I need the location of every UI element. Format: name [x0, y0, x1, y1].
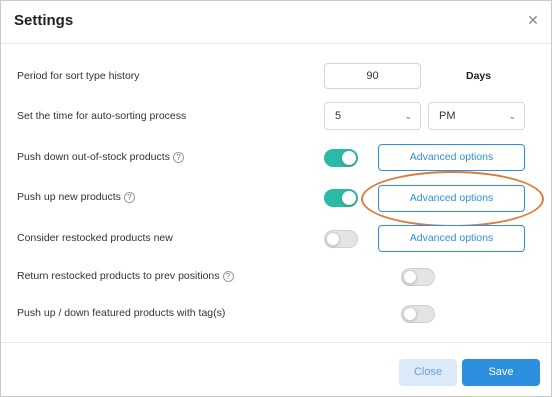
- push-down-label: Push down out-of-stock products ?: [17, 151, 184, 163]
- push-down-advanced-button[interactable]: Advanced options: [378, 144, 525, 171]
- toggle-knob: [342, 191, 356, 205]
- close-button[interactable]: Close: [399, 359, 457, 386]
- auto-sort-label-text: Set the time for auto-sorting process: [17, 110, 187, 122]
- hour-select[interactable]: 5 ⌄: [324, 102, 421, 130]
- period-label-text: Period for sort type history: [17, 70, 140, 82]
- hour-select-value: 5: [335, 110, 342, 122]
- push-up-advanced-button[interactable]: Advanced options: [378, 185, 525, 212]
- restocked-new-label: Consider restocked products new: [17, 232, 173, 244]
- period-unit: Days: [466, 70, 492, 82]
- restocked-new-advanced-button[interactable]: Advanced options: [378, 225, 525, 252]
- toggle-knob: [403, 307, 417, 321]
- period-input[interactable]: 90: [324, 63, 421, 89]
- featured-tag-label: Push up / down featured products with ta…: [17, 307, 225, 319]
- save-button[interactable]: Save: [462, 359, 540, 386]
- dialog-header: Settings ✕: [1, 1, 551, 44]
- push-up-label: Push up new products ?: [17, 191, 135, 203]
- ampm-select-value: PM: [439, 110, 456, 122]
- toggle-knob: [403, 270, 417, 284]
- period-label: Period for sort type history: [17, 70, 140, 82]
- toggle-knob: [342, 151, 356, 165]
- chevron-down-icon: ⌄: [404, 111, 412, 121]
- close-icon[interactable]: ✕: [525, 12, 541, 28]
- settings-dialog: Settings ✕ Period for sort type history …: [0, 0, 552, 397]
- ampm-select[interactable]: PM ⌄: [428, 102, 525, 130]
- question-circle-icon[interactable]: ?: [172, 151, 184, 163]
- restocked-new-label-text: Consider restocked products new: [17, 232, 173, 244]
- return-restocked-label-text: Return restocked products to prev positi…: [17, 270, 220, 282]
- push-up-label-text: Push up new products: [17, 191, 121, 203]
- question-circle-icon[interactable]: ?: [123, 191, 135, 203]
- push-up-toggle[interactable]: [324, 189, 358, 207]
- return-restocked-toggle[interactable]: [401, 268, 435, 286]
- featured-tag-label-text: Push up / down featured products with ta…: [17, 307, 226, 319]
- question-circle-icon[interactable]: ?: [222, 270, 234, 282]
- return-restocked-label: Return restocked products to prev positi…: [17, 270, 234, 282]
- dialog-title: Settings: [14, 12, 74, 29]
- toggle-knob: [326, 232, 340, 246]
- featured-tag-toggle[interactable]: [401, 305, 435, 323]
- auto-sort-label: Set the time for auto-sorting process: [17, 110, 186, 122]
- chevron-down-icon: ⌄: [508, 111, 516, 121]
- push-down-label-text: Push down out-of-stock products: [17, 151, 170, 163]
- push-down-toggle[interactable]: [324, 149, 358, 167]
- restocked-new-toggle[interactable]: [324, 230, 358, 248]
